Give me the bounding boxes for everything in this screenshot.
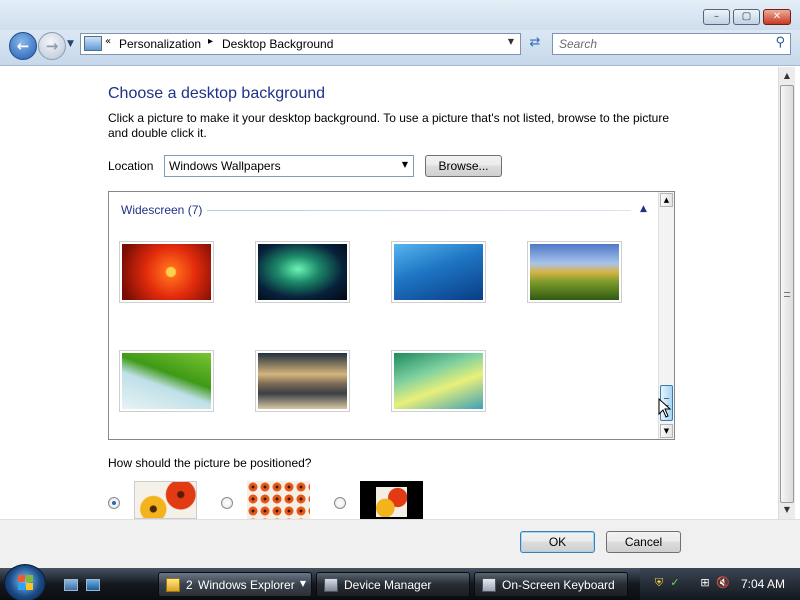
- address-bar[interactable]: « Personalization ▸ Desktop Background ▼: [80, 33, 521, 55]
- location-value: Windows Wallpapers: [169, 159, 281, 173]
- wallpaper-palm-leaf[interactable]: [119, 350, 214, 412]
- network-icon[interactable]: ⊞: [698, 576, 712, 590]
- windows-logo-icon: [18, 575, 33, 590]
- breadcrumb-personalization[interactable]: Personalization: [119, 37, 201, 51]
- forward-arrow-icon[interactable]: →: [38, 32, 66, 60]
- search-box[interactable]: Search ⚲: [552, 33, 791, 55]
- group-divider: [207, 210, 631, 211]
- ok-button[interactable]: OK: [520, 531, 595, 553]
- cancel-button[interactable]: Cancel: [606, 531, 681, 553]
- desktop-background-window: – ▢ ✕ ← → ▼ « Personalization ▸ Desktop …: [0, 0, 800, 568]
- minimize-icon[interactable]: –: [703, 9, 730, 25]
- breadcrumb-chevron-icon[interactable]: ▸: [208, 36, 213, 47]
- wallpaper-gallery: Widescreen (7) ▲ ▲ ▼: [108, 191, 675, 440]
- position-center-preview[interactable]: [360, 481, 423, 519]
- maximize-icon[interactable]: ▢: [733, 9, 760, 25]
- search-placeholder: Search: [559, 37, 598, 51]
- wallpaper-red-flower[interactable]: [119, 241, 214, 303]
- task-count: 2: [186, 578, 193, 592]
- show-desktop-icon[interactable]: [64, 579, 78, 591]
- position-tile-preview[interactable]: [247, 481, 310, 519]
- taskbar: 2 Windows Explorer ▼ Device Manager On-S…: [0, 564, 800, 600]
- taskbar-on-screen-keyboard[interactable]: On-Screen Keyboard: [474, 572, 628, 597]
- chevron-down-icon[interactable]: ▼: [402, 160, 408, 169]
- recent-pages-dropdown-icon[interactable]: ▼: [67, 39, 74, 49]
- position-fill-radio[interactable]: [108, 497, 120, 509]
- position-center-radio[interactable]: [334, 497, 346, 509]
- volume-muted-icon[interactable]: 🔇: [716, 576, 730, 590]
- mouse-pointer-icon: [658, 398, 672, 418]
- title-bar: – ▢ ✕: [0, 0, 800, 30]
- scroll-down-icon[interactable]: ▼: [779, 503, 795, 517]
- address-history-dropdown-icon[interactable]: ▼: [508, 37, 514, 46]
- collapse-group-icon[interactable]: ▲: [640, 204, 647, 214]
- location-label: Location: [108, 159, 154, 173]
- switch-windows-icon[interactable]: [86, 579, 100, 591]
- dialog-footer: OK Cancel: [0, 519, 800, 568]
- task-label: Windows Explorer: [198, 578, 295, 592]
- wallpaper-aurora[interactable]: [255, 241, 350, 303]
- update-check-icon[interactable]: ✓: [668, 576, 682, 590]
- wallpaper-vista-waves[interactable]: [391, 350, 486, 412]
- group-title[interactable]: Widescreen (7): [121, 203, 202, 217]
- group-dropdown-icon[interactable]: ▼: [300, 579, 306, 588]
- taskbar-device-manager[interactable]: Device Manager: [316, 572, 470, 597]
- page-description: Click a picture to make it your desktop …: [108, 111, 670, 140]
- device-manager-icon: [324, 578, 338, 592]
- keyboard-icon: [482, 578, 496, 592]
- browse-button[interactable]: Browse...: [425, 155, 502, 177]
- taskbar-windows-explorer[interactable]: 2 Windows Explorer ▼: [158, 572, 312, 597]
- notification-area: ⛨ ✓ ⊞ 🔇 7:04 AM: [640, 568, 800, 600]
- refresh-icon[interactable]: ⇄: [523, 33, 547, 55]
- page-title: Choose a desktop background: [108, 85, 326, 102]
- scroll-up-icon[interactable]: ▲: [779, 69, 795, 83]
- back-arrow-icon[interactable]: ←: [9, 32, 37, 60]
- wallpaper-hills[interactable]: [527, 241, 622, 303]
- close-icon[interactable]: ✕: [763, 9, 791, 25]
- task-label: Device Manager: [344, 578, 432, 592]
- wallpaper-dolphins[interactable]: [391, 241, 486, 303]
- security-shield-icon[interactable]: ⛨: [652, 576, 666, 590]
- position-question: How should the picture be positioned?: [108, 456, 312, 470]
- task-label: On-Screen Keyboard: [502, 578, 615, 592]
- folder-icon: [166, 578, 180, 592]
- gallery-scroll-up-icon[interactable]: ▲: [660, 193, 673, 207]
- position-fill-preview[interactable]: [134, 481, 197, 519]
- control-panel-icon: [84, 36, 102, 51]
- content-scrollbar[interactable]: ▲ ▼: [778, 67, 795, 519]
- location-dropdown[interactable]: Windows Wallpapers ▼: [164, 155, 414, 177]
- wallpaper-mountain-lake[interactable]: [255, 350, 350, 412]
- position-tile-radio[interactable]: [221, 497, 233, 509]
- gallery-scroll-down-icon[interactable]: ▼: [660, 424, 673, 438]
- breadcrumb-desktop-background[interactable]: Desktop Background: [222, 37, 333, 51]
- clock[interactable]: 7:04 AM: [741, 577, 785, 591]
- scrollbar-thumb[interactable]: [780, 85, 794, 503]
- search-icon[interactable]: ⚲: [775, 35, 785, 50]
- breadcrumb-overflow-icon[interactable]: «: [105, 36, 111, 47]
- start-button[interactable]: [4, 564, 46, 600]
